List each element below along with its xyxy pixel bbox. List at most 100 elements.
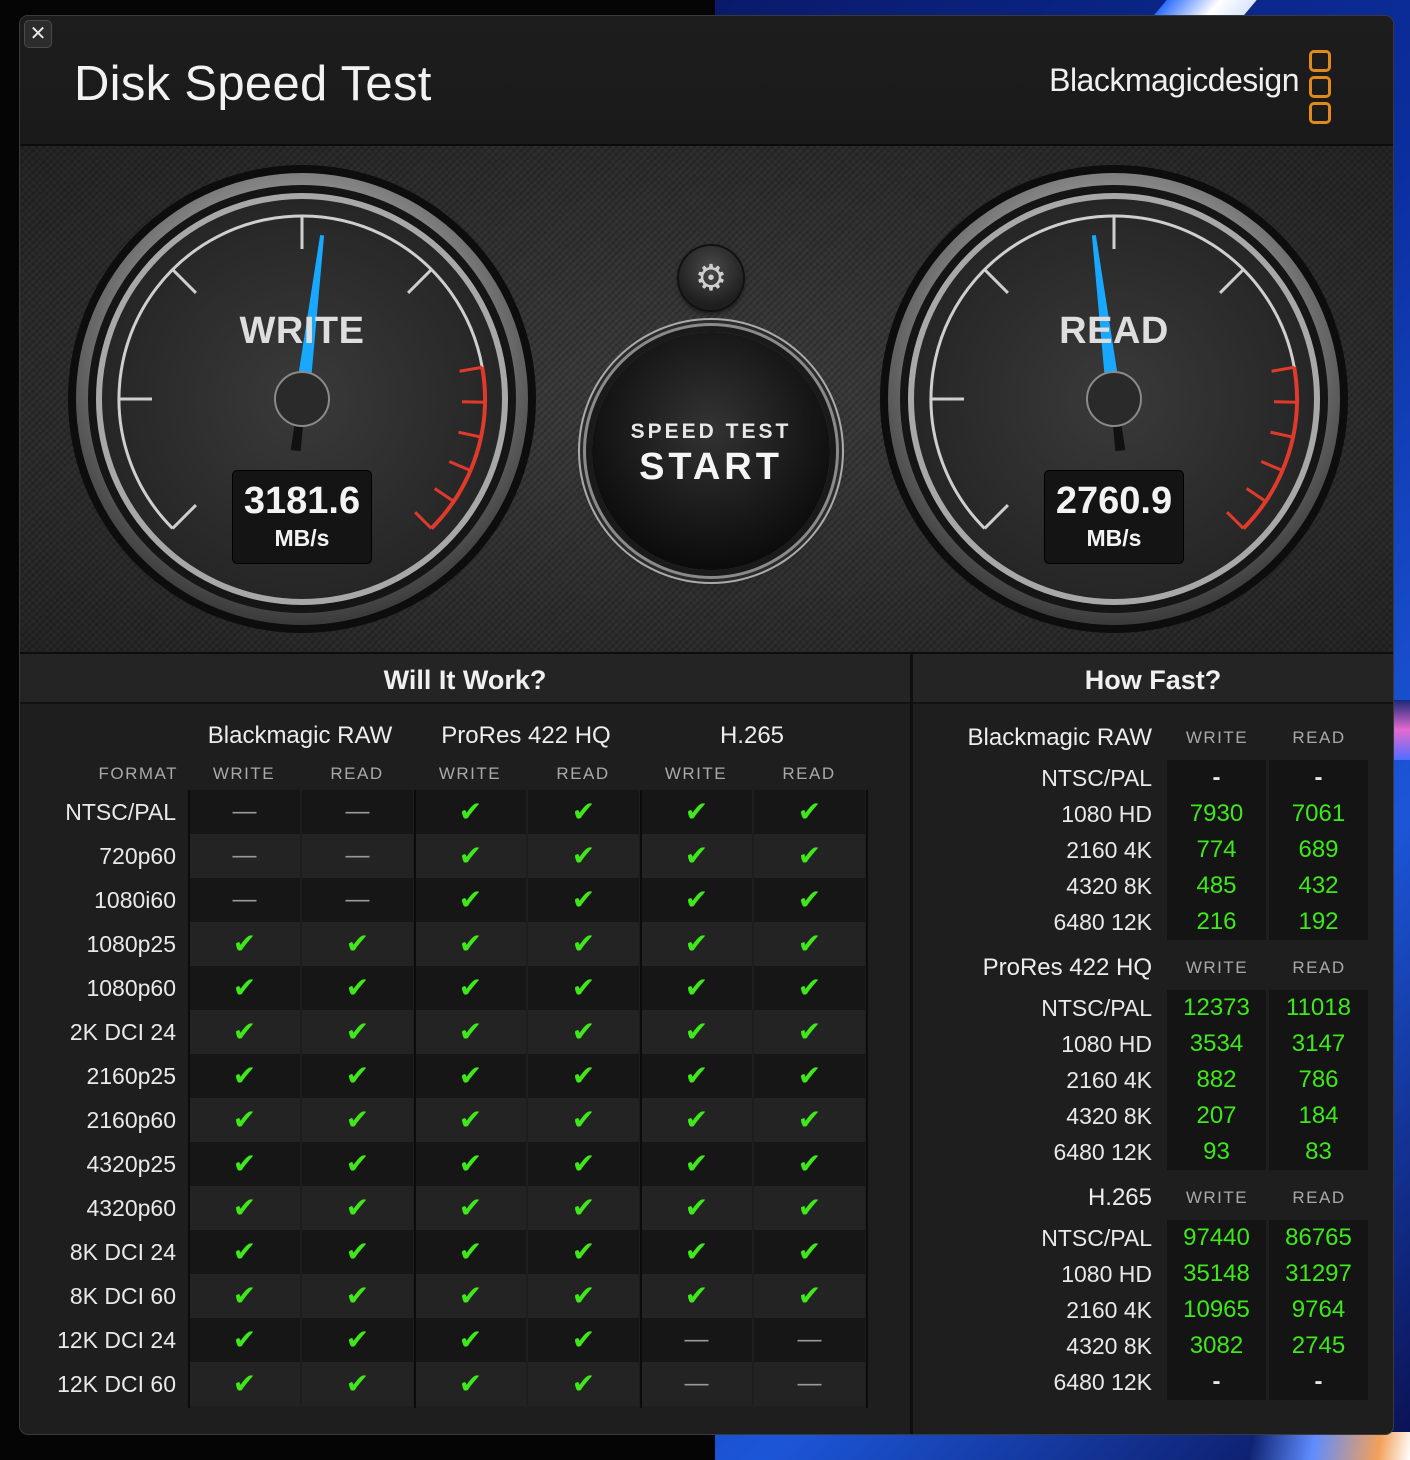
read-column-header: READ bbox=[556, 764, 610, 783]
check-icon: ✔ bbox=[528, 1054, 639, 1098]
check-icon: ✔ bbox=[302, 1274, 413, 1318]
format-label: NTSC/PAL bbox=[1041, 765, 1152, 791]
check-icon: ✔ bbox=[415, 1010, 526, 1054]
check-icon: ✔ bbox=[415, 790, 526, 834]
write-speed-readout: 3181.6 MB/s bbox=[232, 470, 372, 564]
table-row: NTSC/PAL 97440 86765 bbox=[913, 1220, 1393, 1256]
title-bar: Disk Speed Test Blackmagicdesign bbox=[20, 16, 1393, 146]
table-row: 12K DCI 24 ✔ ✔ ✔ ✔ — — bbox=[57, 1318, 868, 1362]
check-icon: ✔ bbox=[302, 1010, 413, 1054]
table-row: 8K DCI 24 ✔ ✔ ✔ ✔ ✔ ✔ bbox=[70, 1230, 868, 1274]
format-label: 1080p25 bbox=[86, 931, 176, 957]
write-column-header: WRITE bbox=[1185, 728, 1249, 747]
start-button-label: START bbox=[639, 446, 783, 488]
check-icon: ✔ bbox=[415, 1318, 526, 1362]
check-icon: ✔ bbox=[528, 1230, 639, 1274]
write-speed-value: 3181.6 bbox=[243, 480, 361, 522]
check-icon: ✔ bbox=[641, 1054, 752, 1098]
table-row: 4320p25 ✔ ✔ ✔ ✔ ✔ ✔ bbox=[86, 1142, 868, 1186]
desktop-flare bbox=[1153, 0, 1257, 16]
check-icon: ✔ bbox=[415, 878, 526, 922]
table-row: 4320 8K 485 432 bbox=[913, 868, 1393, 904]
app-window: Disk Speed Test Blackmagicdesign ✕ WRITE… bbox=[20, 16, 1393, 1434]
check-icon: ✔ bbox=[189, 966, 300, 1010]
table-row: 1080 HD 35148 31297 bbox=[913, 1256, 1393, 1292]
format-label: 4320p25 bbox=[86, 1151, 176, 1177]
table-row: 4320p60 ✔ ✔ ✔ ✔ ✔ ✔ bbox=[86, 1186, 868, 1230]
write-fps-value: - bbox=[1167, 760, 1266, 796]
will-it-work-title: Will It Work? bbox=[20, 654, 910, 704]
write-fps-value: 485 bbox=[1167, 868, 1266, 904]
table-row: 2160 4K 774 689 bbox=[913, 832, 1393, 868]
write-fps-value: 207 bbox=[1167, 1098, 1266, 1134]
read-gauge-label: READ bbox=[1059, 310, 1169, 352]
format-label: 4320 8K bbox=[1066, 873, 1152, 899]
read-speed-value: 2760.9 bbox=[1055, 480, 1173, 522]
check-icon: ✔ bbox=[528, 1010, 639, 1054]
table-row: 2160 4K 10965 9764 bbox=[913, 1292, 1393, 1328]
table-row: 6480 12K - - bbox=[913, 1364, 1393, 1400]
codec-group-header: ProRes 422 HQ bbox=[441, 722, 611, 749]
check-icon: ✔ bbox=[641, 834, 752, 878]
check-icon: ✔ bbox=[415, 1274, 526, 1318]
table-row: 1080 HD 3534 3147 bbox=[913, 1026, 1393, 1062]
read-fps-value: 9764 bbox=[1269, 1292, 1368, 1328]
read-fps-value: - bbox=[1269, 760, 1368, 796]
check-icon: ✔ bbox=[641, 1098, 752, 1142]
close-button[interactable]: ✕ bbox=[24, 20, 52, 48]
read-fps-value: 432 bbox=[1269, 868, 1368, 904]
will-it-work-grid: NTSC/PAL — — ✔ ✔ ✔ ✔ 720p60— — ✔ ✔ ✔ ✔ 1080i60— — ✔ ✔ ✔ ✔ 1… bbox=[57, 790, 868, 1406]
table-row: 6480 12K 216 192 bbox=[913, 904, 1393, 940]
write-fps-value: 774 bbox=[1167, 832, 1266, 868]
check-icon: ✔ bbox=[754, 834, 865, 878]
write-fps-value: - bbox=[1167, 1364, 1266, 1400]
read-fps-value: 3147 bbox=[1269, 1026, 1368, 1062]
format-label: 2160 4K bbox=[1066, 837, 1152, 863]
check-icon: ✔ bbox=[641, 1010, 752, 1054]
check-icon: ✔ bbox=[754, 922, 865, 966]
write-column-header: WRITE bbox=[1185, 958, 1249, 977]
column-divider bbox=[414, 790, 416, 1408]
table-row: 4320 8K 3082 2745 bbox=[913, 1328, 1393, 1364]
write-column-header: WRITE bbox=[1185, 1188, 1249, 1207]
format-label: 8K DCI 24 bbox=[69, 1239, 176, 1265]
write-fps-value: 7930 bbox=[1167, 796, 1266, 832]
format-label: 1080 HD bbox=[1061, 801, 1152, 827]
read-fps-value: 7061 bbox=[1269, 796, 1368, 832]
write-speed-unit: MB/s bbox=[274, 525, 330, 551]
table-row: NTSC/PAL - - bbox=[913, 760, 1393, 796]
check-icon: ✔ bbox=[754, 1186, 865, 1230]
dash-icon: — bbox=[641, 1362, 752, 1406]
format-label: 6480 12K bbox=[1053, 1139, 1152, 1165]
settings-button[interactable]: ⚙ bbox=[679, 246, 743, 310]
check-icon: ✔ bbox=[754, 878, 865, 922]
check-icon: ✔ bbox=[189, 1274, 300, 1318]
table-row: 2160p60 ✔ ✔ ✔ ✔ ✔ ✔ bbox=[86, 1098, 868, 1142]
brand-name: Blackmagicdesign bbox=[1049, 62, 1299, 98]
write-column-header: WRITE bbox=[438, 764, 502, 783]
check-icon: ✔ bbox=[528, 1186, 639, 1230]
table-row: 8K DCI 60 ✔ ✔ ✔ ✔ ✔ ✔ bbox=[70, 1274, 868, 1318]
check-icon: ✔ bbox=[754, 1098, 865, 1142]
check-icon: ✔ bbox=[302, 922, 413, 966]
read-fps-value: 11018 bbox=[1269, 990, 1368, 1026]
check-icon: ✔ bbox=[754, 1274, 865, 1318]
write-fps-value: 93 bbox=[1167, 1134, 1266, 1170]
desktop-flare bbox=[1392, 700, 1410, 760]
read-fps-value: 86765 bbox=[1269, 1220, 1368, 1256]
check-icon: ✔ bbox=[641, 1274, 752, 1318]
read-fps-value: 786 bbox=[1269, 1062, 1368, 1098]
format-label: NTSC/PAL bbox=[1041, 995, 1152, 1021]
speed-test-start-button[interactable]: SPEED TEST START bbox=[592, 332, 830, 570]
read-column-header: READ bbox=[330, 764, 384, 783]
dash-icon: — bbox=[754, 1318, 865, 1362]
check-icon: ✔ bbox=[528, 1362, 639, 1406]
brand-logo-icon bbox=[1309, 50, 1331, 124]
read-column-header: READ bbox=[1292, 728, 1346, 747]
gauge-area: WRITE 3181.6 MB/s ⚙ SPEED TEST START REA… bbox=[20, 146, 1393, 654]
table-row: 1080p60 ✔ ✔ ✔ ✔ ✔ ✔ bbox=[86, 966, 868, 1010]
format-label: 1080 HD bbox=[1061, 1031, 1152, 1057]
check-icon: ✔ bbox=[189, 1230, 300, 1274]
write-fps-value: 3082 bbox=[1167, 1328, 1266, 1364]
desktop-flare bbox=[1250, 1432, 1410, 1460]
